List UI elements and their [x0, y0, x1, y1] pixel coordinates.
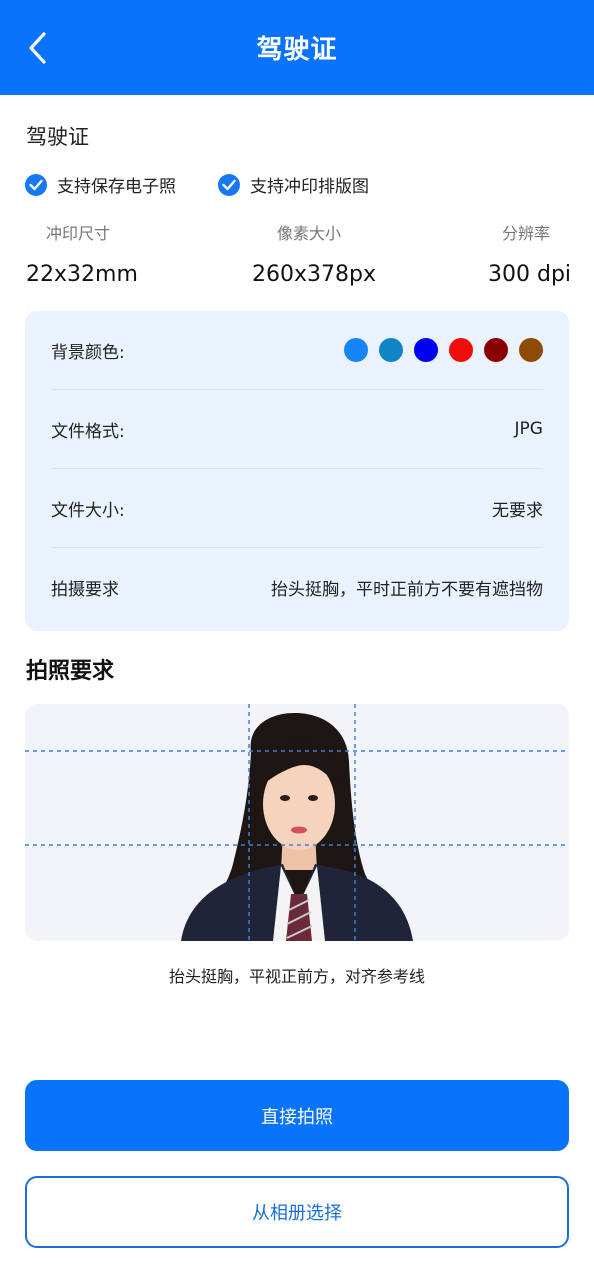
resolution-value: 300 dpi: [488, 262, 572, 287]
background-color-options: [333, 338, 543, 362]
pixel-size-value: 260x378px: [252, 262, 376, 287]
color-swatch-deep-blue[interactable]: [414, 338, 438, 362]
check-circle-icon: [218, 173, 240, 196]
document-type-title: 驾驶证: [26, 125, 89, 149]
print-size-value: 22x32mm: [26, 262, 138, 287]
file-size-row: 文件大小: 无要求: [51, 469, 543, 548]
color-swatch-brown[interactable]: [519, 338, 543, 362]
feature-electronic-photo: 支持保存电子照: [25, 172, 176, 197]
file-size-label: 文件大小:: [51, 500, 125, 521]
file-size-value: 无要求: [492, 500, 543, 521]
color-swatch-red[interactable]: [449, 338, 473, 362]
file-format-row: 文件格式: JPG: [51, 390, 543, 469]
color-swatch-blue[interactable]: [344, 338, 368, 362]
take-photo-button[interactable]: 直接拍照: [25, 1080, 569, 1151]
feature-list: 支持保存电子照 支持冲印排版图: [25, 172, 411, 197]
photo-spec-card: 背景颜色: 文件格式: JPG 文件大小: 无要求 拍摄要求 抬头挺胸，平时正前…: [25, 311, 569, 631]
check-circle-icon: [25, 173, 47, 196]
page-title: 驾驶证: [256, 35, 338, 65]
feature-label: 支持保存电子照: [57, 177, 176, 197]
choose-from-album-button[interactable]: 从相册选择: [25, 1176, 569, 1248]
color-swatch-dark-sky-blue[interactable]: [379, 338, 403, 362]
shooting-requirement-value: 抬头挺胸，平时正前方不要有遮挡物: [271, 580, 543, 600]
feature-label: 支持冲印排版图: [250, 177, 369, 197]
background-color-label: 背景颜色:: [51, 342, 125, 363]
file-format-value: JPG: [514, 419, 543, 439]
file-format-label: 文件格式:: [51, 421, 125, 442]
sample-portrait-image: [25, 704, 569, 941]
resolution-label: 分辨率: [502, 224, 551, 243]
feature-print-layout: 支持冲印排版图: [218, 172, 369, 197]
pixel-size-label: 像素大小: [277, 224, 342, 243]
photo-guide-caption: 抬头挺胸，平视正前方，对齐参考线: [168, 967, 425, 986]
photo-requirements-title: 拍照要求: [26, 659, 115, 684]
chevron-left-icon: [29, 32, 46, 64]
color-swatch-dark-red[interactable]: [484, 338, 508, 362]
print-size-label: 冲印尺寸: [46, 224, 111, 243]
back-button[interactable]: [24, 28, 60, 68]
sample-photo-panel: [25, 704, 569, 941]
shooting-requirement-label: 拍摄要求: [51, 580, 119, 600]
background-color-row: 背景颜色:: [51, 311, 543, 390]
top-bar: 驾驶证: [0, 0, 594, 95]
shooting-requirement-row: 拍摄要求 抬头挺胸，平时正前方不要有遮挡物: [51, 548, 543, 627]
